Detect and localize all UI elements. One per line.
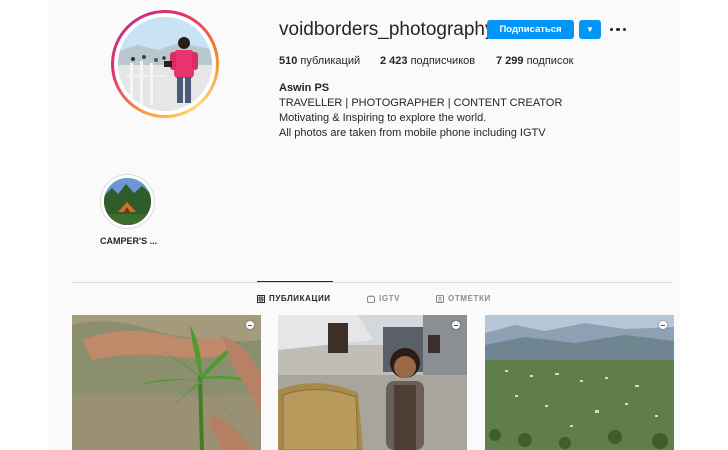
more-dot-icon: [609, 27, 614, 32]
video-icon: [659, 321, 667, 329]
post-thumbnail[interactable]: [278, 315, 467, 450]
tab-tagged[interactable]: ОТМЕТКИ: [436, 293, 491, 305]
profile-avatar[interactable]: [111, 10, 219, 118]
bio-line: Motivating & Inspiring to explore the wo…: [279, 112, 487, 124]
post-image: [72, 315, 261, 450]
video-icon: [246, 321, 254, 329]
tagged-icon: [436, 295, 444, 303]
profile-full-name: Aswin PS: [279, 82, 330, 94]
following-count[interactable]: 7 299 подписок: [496, 55, 574, 67]
post-image: [278, 315, 467, 450]
suggestions-dropdown-button[interactable]: ▼: [579, 20, 601, 39]
bio-line: All photos are taken from mobile phone i…: [279, 127, 546, 139]
story-highlight[interactable]: [100, 174, 155, 229]
bio-line: TRAVELLER | PHOTOGRAPHER | CONTENT CREAT…: [279, 97, 563, 109]
tab-posts[interactable]: ПУБЛИКАЦИИ: [257, 293, 331, 305]
followers-count[interactable]: 2 423 подписчиков: [380, 55, 475, 67]
profile-username: voidborders_photography: [279, 19, 495, 40]
grid-icon: [257, 295, 265, 303]
avatar-photo: [118, 17, 212, 111]
more-options-button[interactable]: [608, 20, 628, 39]
subscribe-button[interactable]: Подписаться: [487, 20, 574, 39]
avatar-image: [118, 17, 212, 111]
post-image: [485, 315, 674, 450]
chevron-down-icon: ▼: [586, 25, 594, 34]
active-tab-indicator: [257, 281, 333, 282]
highlight-label: CAMPER'S ...: [100, 236, 158, 246]
posts-count: 510 публикаций: [279, 55, 361, 67]
igtv-icon: [367, 295, 375, 303]
tab-tagged-label: ОТМЕТКИ: [448, 294, 491, 303]
highlight-cover: [104, 178, 151, 225]
video-icon: [452, 321, 460, 329]
post-thumbnail[interactable]: [485, 315, 674, 450]
tabs-divider: [72, 282, 673, 283]
tab-posts-label: ПУБЛИКАЦИИ: [269, 294, 331, 303]
tab-igtv-label: IGTV: [379, 294, 401, 303]
tab-igtv[interactable]: IGTV: [367, 293, 400, 305]
post-thumbnail[interactable]: [72, 315, 261, 450]
